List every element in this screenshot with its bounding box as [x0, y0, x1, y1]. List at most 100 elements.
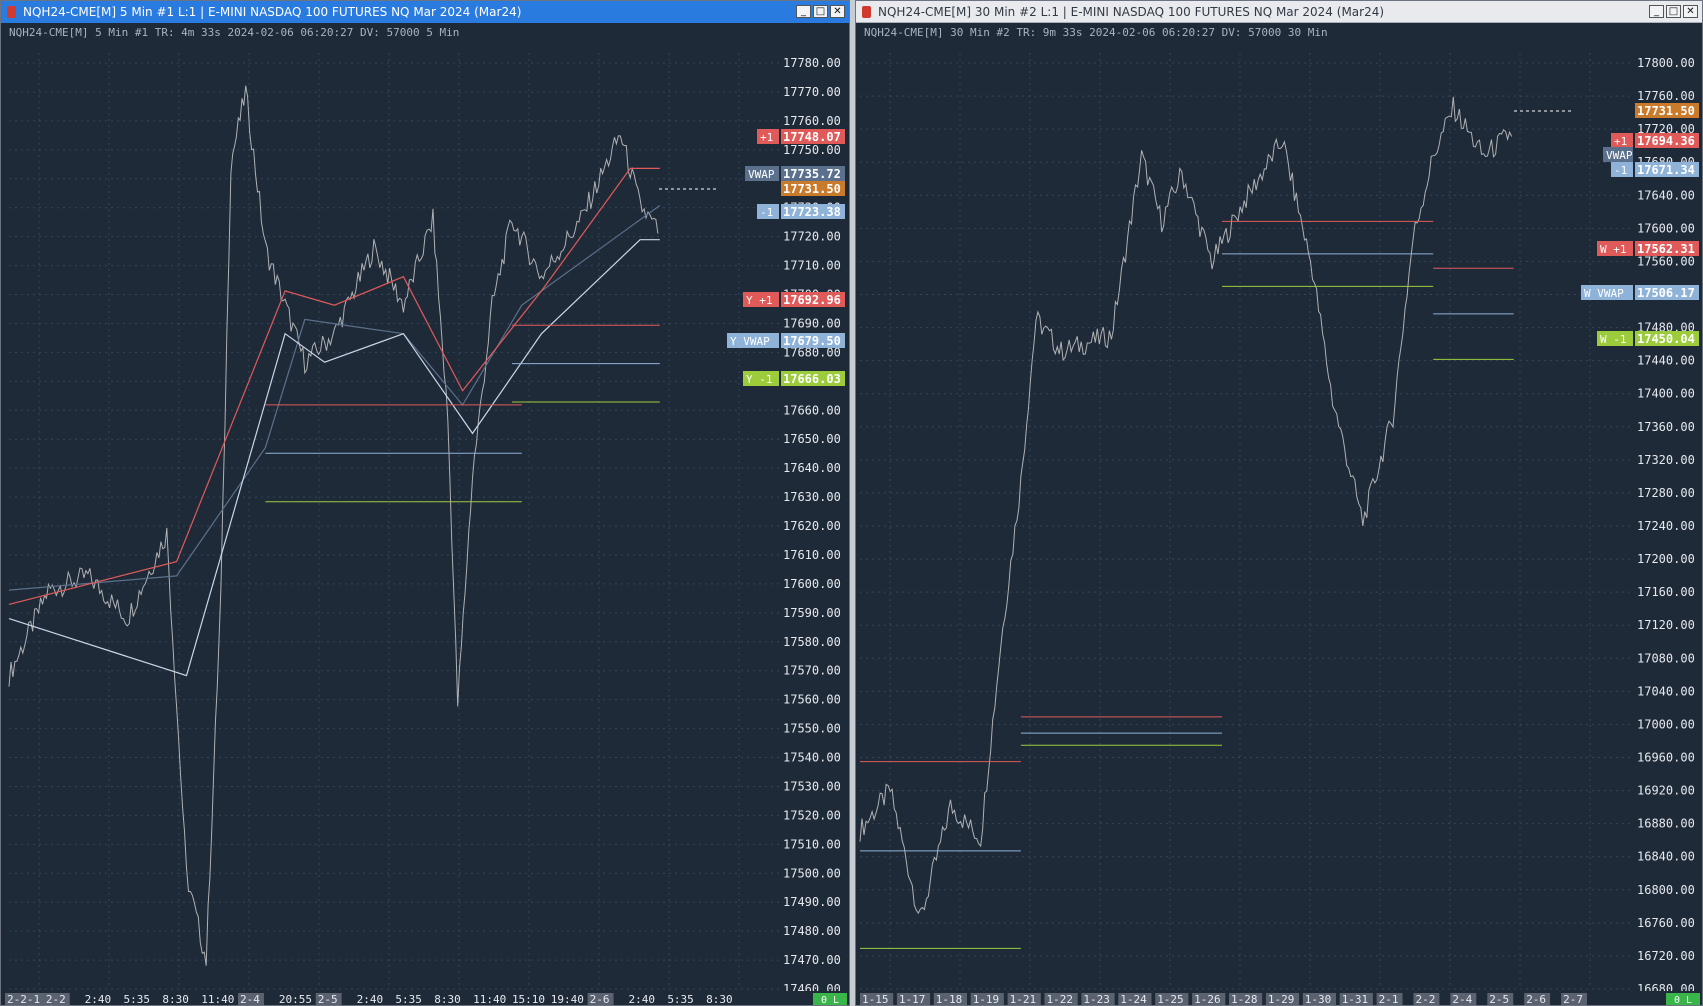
- axis-tick-label: 17560.00: [783, 693, 841, 707]
- price-label-tag: VWAP: [748, 168, 775, 181]
- price-label-value: 17731.50: [783, 182, 841, 196]
- window-title: NQH24-CME[M] 5 Min #1 L:1 | E-MINI NASDA…: [23, 5, 522, 19]
- axis-tick-label: 17780.00: [783, 56, 841, 70]
- price-chart-5min[interactable]: 17780.0017770.0017760.0017750.0017740.00…: [1, 23, 850, 1006]
- date-axis-label: 1-18: [936, 993, 963, 1006]
- axis-tick-label: 17750.00: [783, 143, 841, 157]
- price-label-value: 17735.72: [783, 167, 841, 181]
- price-label-tag: +1: [760, 131, 773, 144]
- status-indicator: 0 L: [1674, 995, 1692, 1006]
- date-axis-label: 2-2: [1416, 993, 1436, 1006]
- price-label-value: 17694.36: [1637, 134, 1695, 148]
- price-label-value: 17723.38: [783, 205, 841, 219]
- axis-tick-label: 17590.00: [783, 606, 841, 620]
- minimize-button[interactable]: _: [1649, 5, 1664, 18]
- axis-tick-label: 17770.00: [783, 85, 841, 99]
- axis-tick-label: 17690.00: [783, 316, 841, 330]
- status-indicator: 0 L: [821, 995, 839, 1006]
- price-label-tag: W +1: [1600, 243, 1627, 256]
- axis-tick-label: 17480.00: [783, 924, 841, 938]
- date-axis-label: 2:40: [85, 993, 112, 1006]
- price-label-value: 17731.50: [1637, 104, 1695, 118]
- axis-tick-label: 17600.00: [783, 577, 841, 591]
- date-axis-label: 19:40: [551, 993, 584, 1006]
- price-label-value: 17450.04: [1637, 332, 1695, 346]
- axis-tick-label: 17550.00: [783, 722, 841, 736]
- axis-tick-label: 17400.00: [1637, 387, 1695, 401]
- price-label-tag: -1: [760, 206, 773, 219]
- chart-window-5min[interactable]: NQH24-CME[M] 5 Min #1 L:1 | E-MINI NASDA…: [0, 0, 850, 1006]
- axis-tick-label: 17360.00: [1637, 420, 1695, 434]
- minimize-button[interactable]: _: [796, 5, 811, 18]
- date-axis-label: 1-25: [1157, 993, 1184, 1006]
- price-label-value: 17506.17: [1637, 286, 1695, 300]
- chart-background: [1, 23, 849, 1005]
- date-axis-label: 2-6: [1526, 993, 1546, 1006]
- axis-tick-label: 17610.00: [783, 548, 841, 562]
- date-axis-label: 2-2-1: [7, 993, 40, 1006]
- price-label-tag: W VWAP: [1584, 287, 1624, 300]
- axis-tick-label: 17440.00: [1637, 354, 1695, 368]
- date-axis-label: 1-29: [1268, 993, 1295, 1006]
- date-axis-label: 15:10: [512, 993, 545, 1006]
- date-axis-label: 1-15: [862, 993, 889, 1006]
- date-axis-label: 2-2: [46, 993, 66, 1006]
- maximize-button[interactable]: □: [813, 5, 828, 18]
- date-axis-label: 1-17: [899, 993, 926, 1006]
- price-label-tag: Y -1: [746, 373, 773, 386]
- axis-tick-label: 17580.00: [783, 635, 841, 649]
- axis-tick-label: 17650.00: [783, 432, 841, 446]
- axis-tick-label: 16880.00: [1637, 817, 1695, 831]
- app-icon: [7, 6, 16, 18]
- close-button[interactable]: ✕: [830, 5, 845, 18]
- title-bar[interactable]: NQH24-CME[M] 5 Min #1 L:1 | E-MINI NASDA…: [1, 1, 849, 23]
- axis-tick-label: 17620.00: [783, 519, 841, 533]
- axis-tick-label: 17760.00: [1637, 89, 1695, 103]
- maximize-button[interactable]: □: [1666, 5, 1681, 18]
- date-axis-label: 1-30: [1305, 993, 1332, 1006]
- axis-tick-label: 17280.00: [1637, 486, 1695, 500]
- date-axis-label: 2-4: [1452, 993, 1472, 1006]
- chart-info-line: NQH24-CME[M] 5 Min #1 TR: 4m 33s 2024-02…: [9, 26, 459, 39]
- price-label-value: 17692.96: [783, 293, 841, 307]
- price-label-value: 17679.50: [783, 334, 841, 348]
- axis-tick-label: 16760.00: [1637, 916, 1695, 930]
- date-axis-label: 1-21: [1010, 993, 1037, 1006]
- date-axis-label: 1-19: [973, 993, 1000, 1006]
- close-button[interactable]: ✕: [1683, 5, 1698, 18]
- date-axis-label: 5:35: [667, 993, 694, 1006]
- date-axis-label: 8:30: [434, 993, 461, 1006]
- price-label-value: 17671.34: [1637, 163, 1695, 177]
- chart-background: [856, 23, 1702, 1005]
- axis-tick-label: 17500.00: [783, 866, 841, 880]
- date-axis-label: 1-31: [1342, 993, 1369, 1006]
- axis-tick-label: 17120.00: [1637, 618, 1695, 632]
- axis-tick-label: 17200.00: [1637, 552, 1695, 566]
- axis-tick-label: 17000.00: [1637, 717, 1695, 731]
- date-axis-label: 11:40: [201, 993, 234, 1006]
- price-label-tag: W -1: [1600, 333, 1627, 346]
- date-axis-label: 8:30: [162, 993, 189, 1006]
- app-icon: [862, 6, 871, 18]
- axis-tick-label: 17240.00: [1637, 519, 1695, 533]
- axis-tick-label: 17160.00: [1637, 585, 1695, 599]
- date-axis-label: 1-23: [1083, 993, 1110, 1006]
- axis-tick-label: 16800.00: [1637, 883, 1695, 897]
- date-axis-label: 2-5: [318, 993, 338, 1006]
- date-axis-label: 8:30: [706, 993, 733, 1006]
- title-bar[interactable]: NQH24-CME[M] 30 Min #2 L:1 | E-MINI NASD…: [856, 1, 1702, 23]
- date-axis-label: 2-5: [1489, 993, 1509, 1006]
- axis-tick-label: 17510.00: [783, 837, 841, 851]
- chart-window-30min[interactable]: NQH24-CME[M] 30 Min #2 L:1 | E-MINI NASD…: [855, 0, 1703, 1006]
- axis-tick-label: 17720.00: [783, 230, 841, 244]
- axis-tick-label: 17760.00: [783, 114, 841, 128]
- axis-tick-label: 17600.00: [1637, 221, 1695, 235]
- price-label-tag: VWAP: [1606, 149, 1633, 162]
- axis-tick-label: 17800.00: [1637, 56, 1695, 70]
- date-axis-label: 20:55: [279, 993, 312, 1006]
- price-chart-30min[interactable]: 17800.0017760.0017720.0017680.0017640.00…: [856, 23, 1703, 1006]
- axis-tick-label: 17470.00: [783, 953, 841, 967]
- axis-tick-label: 17660.00: [783, 403, 841, 417]
- price-label-value: 17748.07: [783, 130, 841, 144]
- axis-tick-label: 17040.00: [1637, 684, 1695, 698]
